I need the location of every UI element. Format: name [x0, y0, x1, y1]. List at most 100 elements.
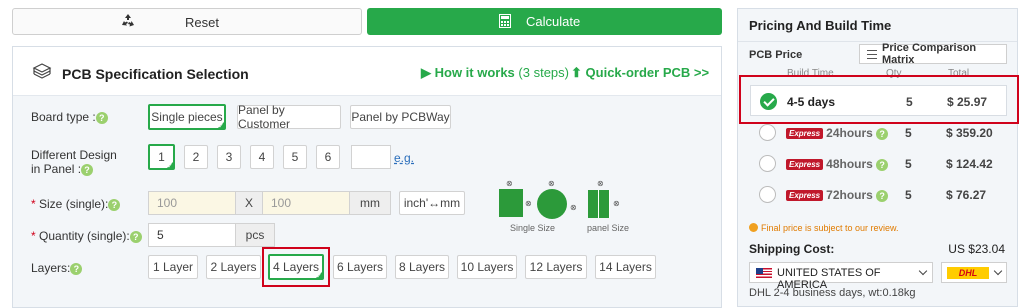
design-count-6[interactable]: 6: [316, 145, 340, 169]
option-label: 2 Layers: [210, 260, 257, 274]
option-label: 1: [158, 150, 165, 164]
help-icon[interactable]: ?: [876, 127, 889, 140]
build-time-cell: Express 24hours ?: [786, 126, 889, 140]
price-option-row[interactable]: Express 72hours ? 5 $ 76.27: [750, 179, 1007, 210]
build-time: 48hours: [826, 157, 873, 171]
option-label: 10 Layers: [460, 260, 514, 274]
quick-order-link[interactable]: ⬆ Quick-order PCB >>: [571, 65, 709, 81]
size-x-separator: X: [235, 191, 263, 215]
quantity-value: 5: [905, 157, 912, 171]
layers-label: Layers:?: [31, 261, 83, 275]
help-icon[interactable]: ?: [129, 230, 142, 243]
layers-14[interactable]: 14 Layers: [595, 255, 656, 279]
dimension-marker-icon: ⊗: [613, 199, 620, 208]
shipping-cost-value: US $23.04: [948, 242, 1005, 256]
quantity-input[interactable]: 5: [148, 223, 236, 247]
design-count-1[interactable]: 1 ✓: [148, 144, 175, 170]
help-icon[interactable]: ?: [95, 111, 108, 124]
layers-highlight-box: [262, 247, 330, 287]
different-design-label-line2: in Panel :: [31, 162, 82, 176]
price-highlight-box: [739, 75, 1019, 124]
layers-1[interactable]: 1 Layer: [148, 255, 198, 279]
dimension-marker-icon: ⊗: [597, 179, 604, 188]
calculate-button[interactable]: Calculate: [367, 8, 722, 35]
layers-6[interactable]: 6 Layers: [333, 255, 387, 279]
us-flag-icon: [756, 268, 772, 278]
layers-12[interactable]: 12 Layers: [525, 255, 587, 279]
single-size-caption: Single Size: [510, 223, 556, 233]
quantity-value: 5: [157, 228, 164, 242]
option-label: 4: [258, 150, 266, 164]
info-icon: [749, 223, 758, 232]
design-count-custom-input[interactable]: [351, 145, 391, 169]
list-icon: [867, 50, 877, 59]
option-label: Panel by PCBWay: [351, 110, 450, 124]
spec-title: PCB Specification Selection: [62, 66, 249, 82]
design-count-2[interactable]: 2: [184, 145, 208, 169]
build-time-cell: Express 48hours ?: [786, 157, 889, 171]
note-text: Final price is subject to our review.: [761, 223, 899, 233]
carrier-select[interactable]: DHL: [941, 262, 1007, 283]
help-icon[interactable]: ?: [70, 262, 83, 275]
unit-label: mm: [360, 196, 380, 210]
radio-icon[interactable]: [759, 186, 776, 203]
help-icon[interactable]: ?: [108, 198, 121, 211]
express-badge: Express: [786, 159, 824, 170]
pcb-price-label: PCB Price: [749, 49, 803, 61]
price-review-note: Final price is subject to our review.: [749, 223, 899, 233]
shipping-cost-label: Shipping Cost:: [749, 242, 835, 256]
size-height-input[interactable]: 100: [262, 191, 350, 215]
how-it-works-link[interactable]: ▶ How it works (3 steps): [421, 65, 569, 81]
upload-icon: ⬆: [571, 65, 582, 80]
help-icon[interactable]: ?: [876, 158, 889, 171]
layers-2[interactable]: 2 Layers: [206, 255, 261, 279]
design-count-3[interactable]: 3: [217, 145, 241, 169]
spec-panel-header: PCB Specification Selection ▶ How it wor…: [13, 47, 721, 96]
quantity-value: 5: [905, 188, 912, 202]
checkmark-icon: ✓: [167, 163, 173, 170]
help-icon[interactable]: ?: [876, 189, 889, 202]
build-time: 72hours: [826, 188, 873, 202]
size-label: * Size (single):?: [31, 197, 121, 211]
option-label: Single pieces: [151, 110, 223, 124]
design-count-4[interactable]: 4: [250, 145, 274, 169]
calculator-icon: [499, 14, 511, 28]
option-label: 6: [324, 150, 332, 164]
checkmark-icon: ✓: [218, 123, 224, 130]
total-price: $ 359.20: [946, 126, 993, 140]
express-badge: Express: [786, 128, 824, 139]
board-type-panel-by-customer[interactable]: Panel by Customer: [237, 103, 341, 131]
board-type-panel-by-pcbway[interactable]: Panel by PCBWay: [350, 105, 451, 129]
board-type-single-pieces[interactable]: Single pieces ✓: [148, 104, 226, 130]
unit-convert-button[interactable]: inch'↔mm: [399, 191, 465, 215]
quantity-label: * Quantity (single):?: [31, 229, 142, 243]
board-type-label: Board type :?: [31, 110, 108, 124]
different-design-label-line1: Different Design: [31, 148, 117, 162]
layers-stack-icon: [32, 63, 52, 79]
layers-10[interactable]: 10 Layers: [457, 255, 517, 279]
radio-icon[interactable]: [759, 155, 776, 172]
checkmark-icon: ✓: [316, 273, 322, 280]
option-label: 5: [291, 150, 299, 164]
help-icon[interactable]: ?: [81, 163, 94, 176]
panel-size-caption: panel Size: [587, 223, 630, 233]
size-width-input[interactable]: 100: [148, 191, 236, 215]
quick-order-text: Quick-order PCB >>: [585, 65, 710, 80]
placeholder: 100: [271, 196, 292, 210]
example-link[interactable]: e.g.: [394, 151, 414, 165]
option-label: Panel by Customer: [238, 103, 291, 131]
express-badge: Express: [786, 190, 824, 201]
option-label: 14 Layers: [599, 260, 652, 274]
total-price: $ 124.42: [946, 157, 993, 171]
layers-8[interactable]: 8 Layers: [395, 255, 449, 279]
unit-label: pcs: [245, 228, 265, 242]
reset-button[interactable]: Reset: [12, 8, 362, 35]
design-count-5[interactable]: 5: [283, 145, 307, 169]
build-time-cell: Express 72hours ?: [786, 188, 889, 202]
board-type-label-text: Board type :: [31, 110, 96, 124]
radio-icon[interactable]: [759, 124, 776, 141]
dimension-marker-icon: ⊗: [570, 203, 577, 212]
price-comparison-matrix-button[interactable]: Price Comparison Matrix: [859, 42, 1007, 66]
price-option-row[interactable]: Express 48hours ? 5 $ 124.42: [750, 148, 1007, 179]
country-select[interactable]: UNITED STATES OF AMERICA: [749, 262, 933, 291]
